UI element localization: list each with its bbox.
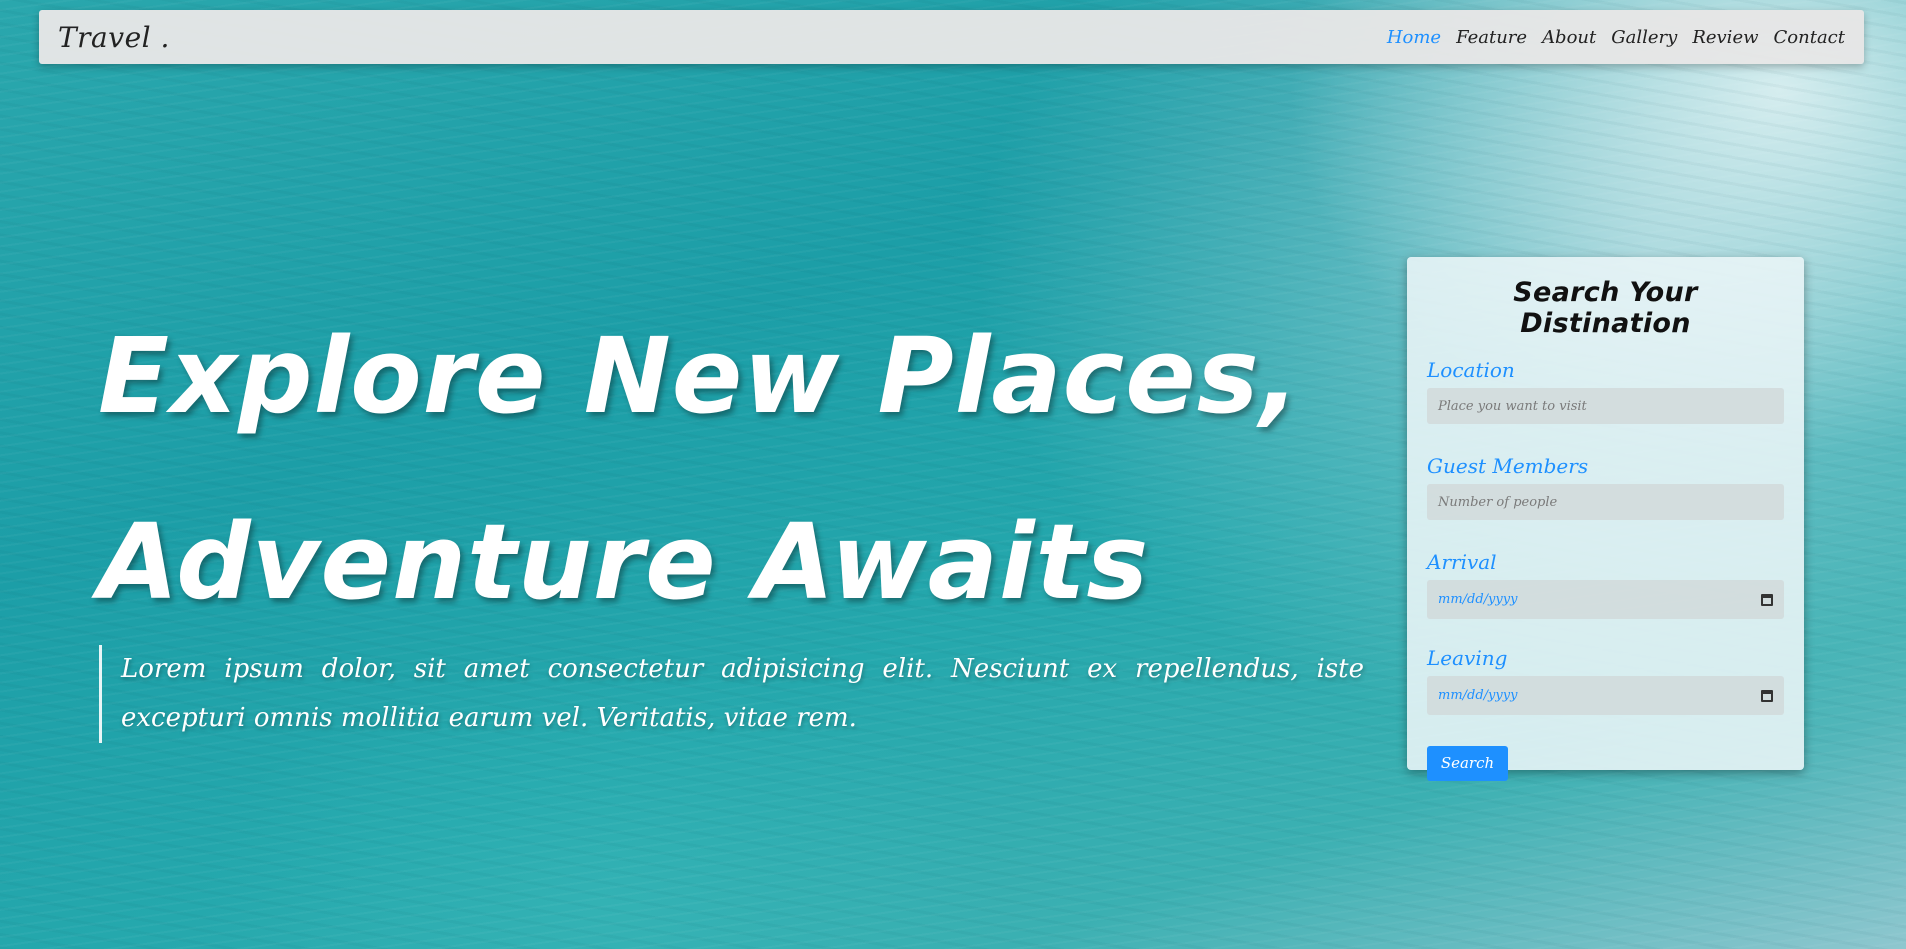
arrival-date-input[interactable]: mm/dd/yyyy [1427, 580, 1784, 619]
hero-description: Lorem ipsum dolor, sit amet consectetur … [99, 645, 1364, 743]
leaving-date-value: mm/dd/yyyy [1438, 688, 1518, 703]
location-input[interactable]: Place you want to visit [1427, 388, 1784, 424]
search-form-card: Search Your Distination Location Place y… [1407, 257, 1804, 781]
nav-link-contact[interactable]: Contact [1774, 27, 1845, 48]
leaving-date-input[interactable]: mm/dd/yyyy [1427, 676, 1784, 715]
location-label: Location [1427, 358, 1515, 382]
nav-links: Home Feature About Gallery Review Contac… [1387, 27, 1845, 48]
arrival-label: Arrival [1427, 550, 1497, 574]
navbar: Travel . Home Feature About Gallery Revi… [39, 10, 1864, 64]
guest-members-label: Guest Members [1427, 454, 1589, 478]
nav-link-home[interactable]: Home [1387, 27, 1441, 48]
guest-members-input[interactable]: Number of people [1427, 484, 1784, 520]
search-form-title: Search Your Distination [1513, 277, 1698, 339]
nav-link-gallery[interactable]: Gallery [1611, 27, 1677, 48]
hero-title-line-2: Adventure Awaits [98, 501, 1150, 623]
hero-title: Explore New Places, Adventure Awaits [98, 283, 1300, 655]
search-button[interactable]: Search [1427, 746, 1508, 781]
location-placeholder: Place you want to visit [1438, 398, 1587, 414]
brand-logo[interactable]: Travel . [58, 21, 170, 54]
guest-members-placeholder: Number of people [1438, 494, 1558, 510]
nav-link-feature[interactable]: Feature [1456, 27, 1527, 48]
nav-link-about[interactable]: About [1542, 27, 1596, 48]
leaving-label: Leaving [1427, 646, 1508, 670]
arrival-date-value: mm/dd/yyyy [1438, 592, 1518, 607]
hero-title-line-1: Explore New Places, [98, 315, 1301, 437]
calendar-icon[interactable] [1761, 689, 1773, 702]
calendar-icon[interactable] [1761, 593, 1773, 606]
nav-link-review[interactable]: Review [1692, 27, 1758, 48]
